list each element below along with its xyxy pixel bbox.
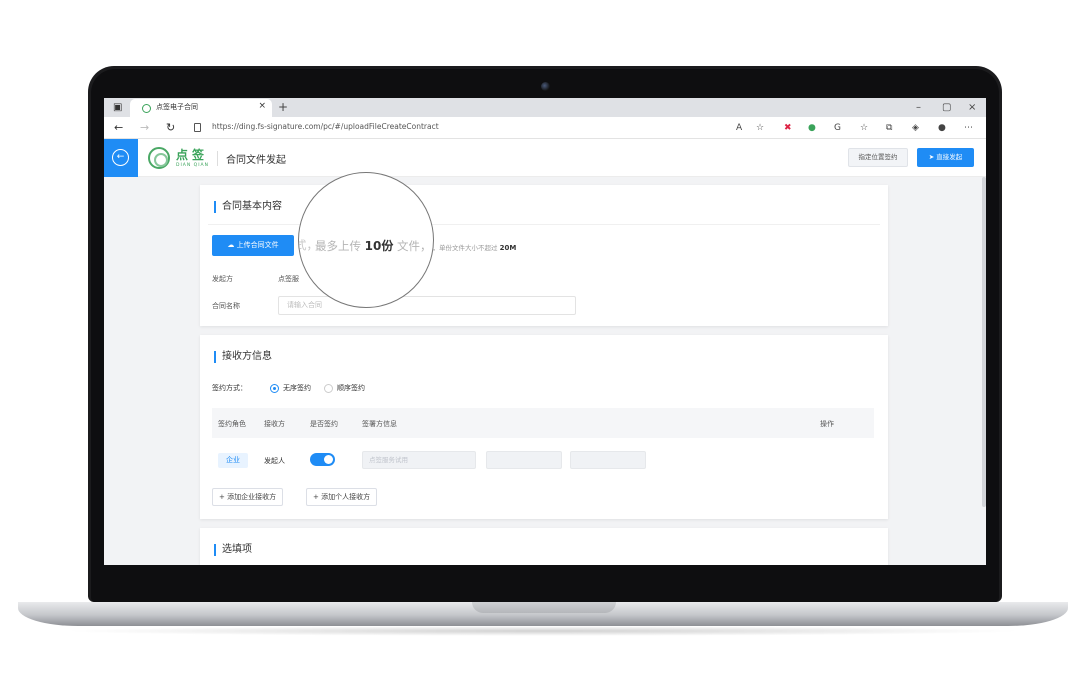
magnifier-after: 文件， xyxy=(397,239,432,253)
direct-initiate-button[interactable]: ➤ 直接发起 xyxy=(917,148,974,167)
url-field[interactable]: https://ding.fs-signature.com/pc/#/uploa… xyxy=(188,120,748,136)
cloud-upload-icon: ☁ xyxy=(227,241,237,249)
more-menu-icon[interactable]: ⋯ xyxy=(964,117,973,139)
radio-unordered[interactable] xyxy=(270,384,279,393)
column-header: 签约角色 xyxy=(218,420,246,428)
logo-text: 点签 xyxy=(176,148,209,162)
url-text: https://ding.fs-signature.com/pc/#/uploa… xyxy=(212,122,439,131)
receiver-value: 发起人 xyxy=(264,457,285,465)
add-person-receiver-button[interactable]: + 添加个人接收方 xyxy=(306,488,378,506)
radio-ordered[interactable] xyxy=(324,384,333,393)
card-title: 合同基本内容 xyxy=(214,201,282,213)
browser-address-bar: ← → ↻ https://ding.fs-signature.com/pc/#… xyxy=(104,117,986,139)
column-header: 操作 xyxy=(820,420,834,428)
back-button[interactable]: ← xyxy=(104,139,138,177)
upload-size-tip: 件，单份文件大小不超过 20M xyxy=(426,242,516,252)
new-tab-button[interactable]: + xyxy=(278,98,288,117)
column-header: 签署方信息 xyxy=(362,420,397,428)
forward-arrow-icon[interactable]: → xyxy=(140,117,149,139)
extension-check-icon[interactable]: ● xyxy=(808,117,816,139)
card-title: 选填项 xyxy=(214,544,252,556)
page-title: 合同文件发起 xyxy=(226,155,286,166)
extension-g-icon[interactable]: G xyxy=(834,117,841,139)
window-maximize-button[interactable]: ▢ xyxy=(942,98,951,117)
logo-icon xyxy=(148,147,170,169)
column-header: 接收方 xyxy=(264,420,285,428)
refresh-icon[interactable]: ↻ xyxy=(166,117,175,139)
table-header: 签约角色 接收方 是否签约 签署方信息 操作 xyxy=(212,408,874,438)
initiator-label: 发起方 xyxy=(212,275,233,283)
signer-phone-field[interactable] xyxy=(570,451,646,469)
add-company-receiver-button[interactable]: + 添加企业接收方 xyxy=(212,488,284,506)
favorite-star-icon[interactable]: ☆ xyxy=(756,117,764,139)
tab-title: 点签电子合同 xyxy=(156,103,198,111)
signer-company-field[interactable]: 点签服务试用 xyxy=(362,451,476,469)
card-title: 接收方信息 xyxy=(214,351,272,363)
signer-name-field[interactable] xyxy=(486,451,562,469)
tab-actions-icon[interactable]: ▣ xyxy=(113,98,122,117)
max-file-count: 10份 xyxy=(364,239,394,253)
contract-name-label: 合同名称 xyxy=(212,302,240,310)
back-arrow-icon[interactable]: ← xyxy=(114,117,123,139)
favorites-icon[interactable]: ☆ xyxy=(860,117,868,139)
browser-tab-bar: ▣ 点签电子合同 × + – ▢ × xyxy=(104,98,986,117)
contract-name-input[interactable]: 请输入合同 xyxy=(278,296,576,315)
header-divider xyxy=(217,151,218,166)
window-close-button[interactable]: × xyxy=(968,98,976,117)
optional-card: 选填项 xyxy=(200,528,888,565)
arrow-left-circle-icon: ← xyxy=(112,149,129,166)
specify-position-sign-button[interactable]: 指定位置签约 xyxy=(848,148,908,167)
lock-icon xyxy=(194,123,201,132)
logo-subtext: DIAN QIAN xyxy=(176,163,209,168)
laptop-shadow xyxy=(60,626,1026,636)
direct-initiate-label: 直接发起 xyxy=(936,153,963,161)
scrollbar[interactable] xyxy=(982,177,986,507)
tab-close-button[interactable]: × xyxy=(258,101,266,111)
browser-essentials-icon[interactable]: ◈ xyxy=(912,117,919,139)
profile-icon[interactable]: ● xyxy=(938,117,946,139)
laptop-base-notch xyxy=(472,602,616,613)
laptop-screen: ▣ 点签电子合同 × + – ▢ × ← → ↻ https://ding.fs… xyxy=(104,98,986,565)
initiator-value: 点签服 xyxy=(278,275,299,283)
upload-contract-button[interactable]: ☁ 上传合同文件 xyxy=(212,235,294,256)
magnifier-before: 最多上传 xyxy=(315,239,361,253)
extension-icon[interactable]: ✖ xyxy=(784,117,792,139)
site-favicon-icon xyxy=(142,104,151,113)
collections-icon[interactable]: ⧉ xyxy=(886,117,892,139)
upload-tip-text: 件，单份文件大小不超过 xyxy=(426,244,498,252)
magnifier-text: 最多上传 10份 文件， xyxy=(315,237,432,254)
magnifier-callout: 式， 最多上传 10份 文件， xyxy=(298,172,434,308)
signing-toggle[interactable] xyxy=(310,453,335,466)
radio-unordered-label: 无序签约 xyxy=(283,384,311,392)
column-header: 是否签约 xyxy=(310,420,338,428)
browser-tab[interactable]: 点签电子合同 × xyxy=(130,99,272,117)
upload-size-limit: 20M xyxy=(499,244,517,252)
role-tag: 企业 xyxy=(218,453,248,468)
main-content: 合同基本内容 ☁ 上传合同文件 件，单份文件大小不超过 20M 发起方 点签服 … xyxy=(104,177,986,565)
upload-button-label: 上传合同文件 xyxy=(236,241,279,249)
radio-ordered-label: 顺序签约 xyxy=(337,384,365,392)
read-aloud-icon[interactable]: A xyxy=(736,117,742,139)
window-minimize-button[interactable]: – xyxy=(916,98,921,117)
webcam-icon xyxy=(541,82,550,91)
receiver-info-card: 接收方信息 签约方式： 无序签约 顺序签约 签约角色 接收方 是否签约 签署方信… xyxy=(200,335,888,519)
sign-mode-label: 签约方式： xyxy=(212,384,247,392)
app-header: ← 点签 DIAN QIAN 合同文件发起 指定位置签约 ➤ 直接发起 xyxy=(104,139,986,177)
